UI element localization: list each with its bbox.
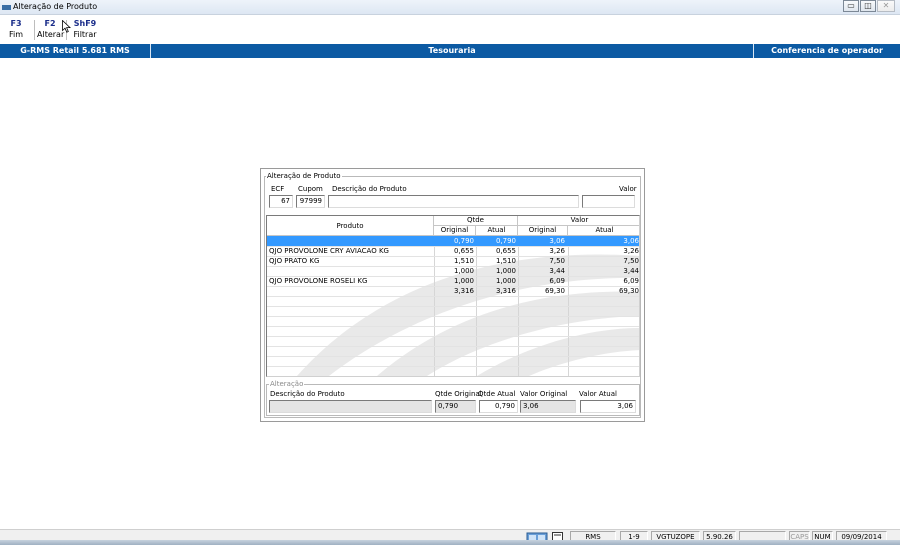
table-row-total[interactable]: 3,316 3,316 69,30 69,30 (267, 286, 639, 296)
row-qtde-atual: 0,655 (495, 247, 516, 255)
screen-label: Conferencia de operador (771, 46, 883, 55)
alt-descricao-field (269, 400, 432, 413)
row-valor-atual: 7,50 (623, 257, 639, 265)
col-qtde-header: Qtde (434, 216, 518, 226)
table-row-selected[interactable]: 0,790 0,790 3,06 3,06 (267, 236, 639, 246)
fim-button[interactable]: F3 Fim (3, 18, 29, 40)
grid-row-line (267, 366, 639, 367)
alterar-key: F2 (44, 19, 56, 28)
module-header-bar: G-RMS Retail 5.681 RMS Tesouraria Confer… (0, 44, 900, 58)
alt-valor-atual-field[interactable]: 3,06 (580, 400, 636, 413)
row-valor-original: 6,09 (549, 277, 565, 285)
row-valor-original: 7,50 (549, 257, 565, 265)
alt-valor-original-label: Valor Original (520, 390, 568, 398)
row-valor-atual: 3,26 (623, 247, 639, 255)
items-grid[interactable]: Produto Qtde Valor Original Atual Origin… (266, 215, 640, 377)
alterar-button[interactable]: F2 Alterar (37, 18, 65, 40)
row-qtde-original: 3,316 (453, 287, 474, 295)
window-title: Alteração de Produto (13, 2, 98, 11)
row-valor-atual: 6,09 (623, 277, 639, 285)
module-label: Tesouraria (428, 46, 476, 55)
cupom-field[interactable]: 97999 (296, 195, 325, 208)
toolbar-separator (34, 20, 35, 40)
valor-label: Valor (619, 185, 637, 193)
row-valor-original: 3,06 (549, 237, 565, 245)
alterar-label: Alterar (37, 30, 65, 39)
valor-field[interactable] (582, 195, 635, 208)
row-produto (269, 286, 432, 296)
table-row[interactable]: QJO PRATO KG 1,510 1,510 7,50 7,50 (267, 256, 639, 266)
row-produto (269, 236, 432, 246)
row-valor-original: 3,44 (549, 267, 565, 275)
mouse-cursor-icon (62, 20, 71, 33)
alteracao-title: Alteração (269, 380, 305, 389)
alt-qtde-atual-field[interactable]: 0,790 (479, 400, 518, 413)
taskbar-edge (0, 540, 900, 545)
grid-row-line (267, 346, 639, 347)
grid-row-line (267, 316, 639, 317)
close-button[interactable]: ✕ (877, 0, 895, 12)
ecf-label: ECF (271, 185, 285, 193)
filtrar-label: Filtrar (73, 30, 97, 39)
row-qtde-original: 1,000 (453, 267, 474, 275)
col-produto-header[interactable]: Produto (267, 216, 434, 236)
table-row[interactable]: QJO PROVOLONE CRY AVIACAO KG 0,655 0,655… (267, 246, 639, 256)
table-row[interactable]: QJO PROVOLONE ROSELI KG 1,000 1,000 6,09… (267, 276, 639, 286)
alt-valor-atual-label: Valor Atual (579, 390, 617, 398)
descricao-label: Descrição do Produto (332, 185, 407, 193)
row-qtde-atual: 1,000 (495, 267, 516, 275)
restore-button[interactable]: ◫ (860, 0, 876, 12)
alt-qtde-original-field: 0,790 (435, 400, 476, 413)
row-valor-atual: 3,06 (623, 237, 639, 245)
alt-qtde-original-label: Qtde Original (435, 390, 482, 398)
row-qtde-original: 0,790 (453, 237, 474, 245)
minimize-button[interactable]: ▭ (843, 0, 859, 12)
grid-row-line (267, 326, 639, 327)
panel-title: Alteração de Produto (266, 172, 342, 181)
alt-valor-original-field: 3,06 (520, 400, 576, 413)
row-valor-original: 69,30 (544, 287, 565, 295)
ecf-field[interactable]: 67 (269, 195, 293, 208)
col-valor-header: Valor (518, 216, 639, 226)
row-qtde-atual: 0,790 (495, 237, 516, 245)
col-valor-original-header[interactable]: Original (518, 226, 568, 236)
toolbar: F3 Fim F2 Alterar ShF9 Filtrar (0, 16, 900, 43)
grid-row-line (267, 296, 639, 297)
row-valor-atual: 69,30 (618, 287, 639, 295)
row-qtde-atual: 1,510 (495, 257, 516, 265)
filtrar-button[interactable]: ShF9 Filtrar (72, 18, 98, 40)
col-qtde-atual-header[interactable]: Atual (476, 226, 518, 236)
fim-label: Fim (8, 30, 24, 39)
window-titlebar: Alteração de Produto ▭ ◫ ✕ (0, 0, 900, 15)
row-produto: QJO PROVOLONE ROSELI KG (269, 277, 368, 285)
row-produto (269, 266, 432, 276)
grid-row-line (267, 336, 639, 337)
row-qtde-original: 1,510 (453, 257, 474, 265)
row-valor-original: 3,26 (549, 247, 565, 255)
row-valor-atual: 3,44 (623, 267, 639, 275)
grid-row-line (267, 306, 639, 307)
window-controls: ▭ ◫ ✕ (843, 0, 895, 12)
row-qtde-atual: 1,000 (495, 277, 516, 285)
cupom-label: Cupom (298, 185, 323, 193)
table-row[interactable]: 1,000 1,000 3,44 3,44 (267, 266, 639, 276)
filtrar-key: ShF9 (73, 19, 97, 28)
fim-key: F3 (10, 19, 22, 28)
col-valor-atual-header[interactable]: Atual (568, 226, 639, 236)
row-qtde-original: 1,000 (453, 277, 474, 285)
row-qtde-atual: 3,316 (495, 287, 516, 295)
row-produto: QJO PROVOLONE CRY AVIACAO KG (269, 247, 389, 255)
alt-qtde-atual-label: Qtde Atual (478, 390, 516, 398)
row-qtde-original: 0,655 (453, 247, 474, 255)
app-icon (2, 5, 11, 10)
app-version-label: G-RMS Retail 5.681 RMS (20, 46, 130, 55)
row-produto: QJO PRATO KG (269, 257, 320, 265)
grid-row-line (267, 356, 639, 357)
alteracao-produto-panel: Alteração de Produto ECF Cupom Descrição… (260, 168, 645, 422)
alt-descricao-label: Descrição do Produto (270, 390, 345, 398)
col-qtde-original-header[interactable]: Original (434, 226, 476, 236)
descricao-field[interactable] (328, 195, 579, 208)
